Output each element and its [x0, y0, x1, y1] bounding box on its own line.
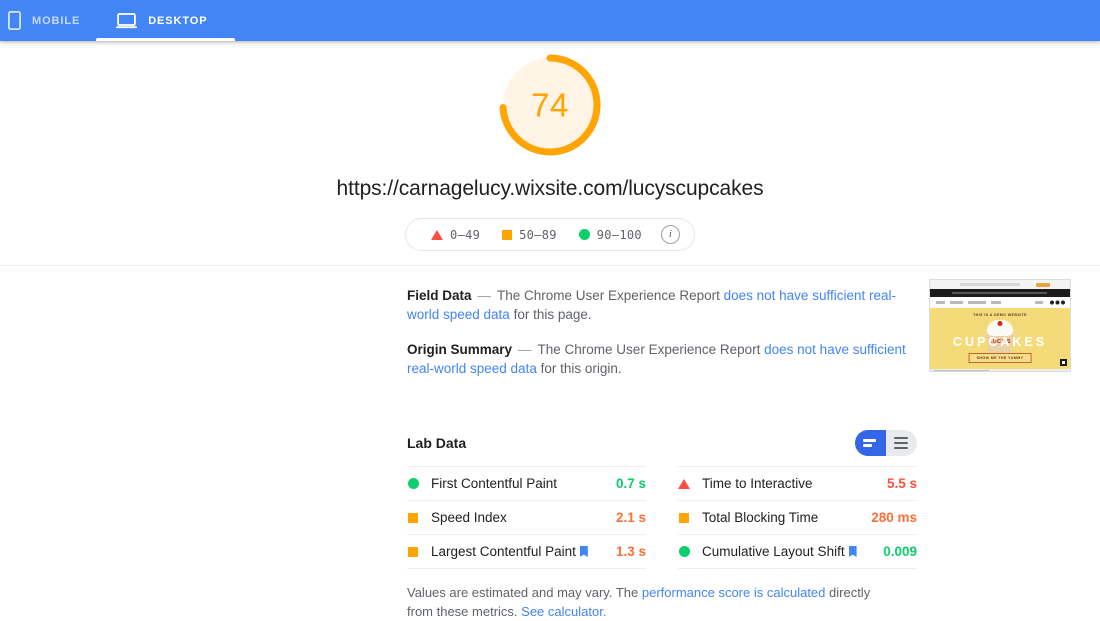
- metric-value: 0.7 s: [615, 476, 646, 491]
- detail-list-icon: [894, 436, 909, 450]
- metric-value: 5.5 s: [886, 476, 917, 491]
- lab-metrics-column-left: First Contentful Paint 0.7 s Speed Index 2.…: [407, 466, 662, 569]
- legend-label-good: 90–100: [596, 227, 642, 242]
- metric-row[interactable]: Cumulative Layout Shift 0.009: [678, 534, 917, 569]
- lab-metrics: First Contentful Paint 0.7 s Speed Index 2.…: [407, 466, 917, 569]
- field-data-dash: —: [477, 288, 492, 303]
- score-legend: 0–49 50–89 90–100 i: [405, 218, 695, 251]
- thumbnail-footer: [930, 369, 1070, 371]
- tab-mobile-label: MOBILE: [32, 14, 81, 27]
- field-data-paragraph: Field Data — The Chrome User Experience Re…: [407, 286, 917, 324]
- field-data-text-after: for this page.: [513, 307, 592, 322]
- metric-value: 1.3 s: [615, 544, 646, 559]
- metric-status-marker: [678, 478, 690, 489]
- metric-value: 280 ms: [871, 510, 917, 525]
- metric-name: First Contentful Paint: [431, 476, 558, 491]
- laptop-icon: [116, 12, 138, 29]
- metric-name: Speed Index: [431, 510, 507, 525]
- origin-summary-text-before: The Chrome User Experience Report: [537, 342, 761, 357]
- thumbnail-corner-badge: [1060, 359, 1067, 366]
- triangle-marker: [678, 478, 690, 489]
- performance-score-link[interactable]: performance score is calculated: [642, 585, 826, 600]
- thumbnail-demo-banner: THIS IS A DEMO WEBSITE: [973, 313, 1027, 317]
- legend-label-poor: 0–49: [450, 227, 481, 242]
- field-data-text-before: The Chrome User Experience Report: [497, 288, 720, 303]
- thumbnail-hero: THIS IS A DEMO WEBSITE LUCY'S CUPCAKES S…: [930, 308, 1070, 369]
- lab-data-header: Lab Data: [407, 430, 917, 456]
- report-content: Field Data — The Chrome User Experience Re…: [407, 286, 917, 621]
- circle-marker: [578, 229, 590, 240]
- footnote-text-before: Values are estimated and may vary. The: [407, 585, 639, 600]
- tab-mobile[interactable]: MOBILE: [0, 0, 96, 41]
- origin-summary-title: Origin Summary: [407, 342, 513, 357]
- circle-marker: [407, 478, 419, 489]
- origin-summary-text-after: for this origin.: [540, 361, 622, 376]
- page-screenshot-thumbnail: THIS IS A DEMO WEBSITE LUCY'S CUPCAKES S…: [929, 279, 1071, 372]
- metric-row[interactable]: Largest Contentful Paint 1.3 s: [407, 534, 646, 569]
- metric-name: Time to Interactive: [702, 476, 813, 491]
- origin-summary-dash: —: [518, 342, 532, 357]
- legend-item-average: 50–89: [491, 228, 568, 242]
- tab-desktop[interactable]: DESKTOP: [96, 0, 236, 41]
- lab-data-footnote: Values are estimated and may vary. The p…: [407, 583, 877, 621]
- metric-row[interactable]: First Contentful Paint 0.7 s: [407, 466, 646, 500]
- thumbnail-browser-strip: [930, 280, 1070, 289]
- metric-row[interactable]: Speed Index 2.1 s: [407, 500, 646, 534]
- metric-row[interactable]: Total Blocking Time 280 ms: [678, 500, 917, 534]
- thumbnail-social-icons: [1050, 300, 1065, 305]
- thumbnail-announcement-bar: [930, 289, 1070, 297]
- metric-status-marker: [407, 512, 419, 523]
- triangle-marker: [431, 229, 444, 240]
- field-data-title: Field Data: [407, 288, 472, 303]
- legend-label-average: 50–89: [519, 227, 557, 242]
- compact-list-view-button[interactable]: [855, 430, 886, 456]
- see-calculator-link[interactable]: See calculator.: [521, 604, 606, 619]
- core-web-vital-flag-icon: [848, 546, 857, 557]
- legend-item-good: 90–100: [568, 228, 653, 242]
- origin-summary-paragraph: Origin Summary — The Chrome User Experienc…: [407, 340, 917, 378]
- thumbnail-nav-menu: [930, 297, 1070, 308]
- lab-data-title: Lab Data: [407, 435, 467, 451]
- tab-active-indicator: [96, 38, 236, 41]
- score-value: 74: [531, 86, 569, 124]
- compact-list-icon: [863, 439, 878, 447]
- score-hero: 74 https://carnagelucy.wixsite.com/lucys…: [0, 41, 1100, 266]
- metric-status-marker: [678, 546, 690, 557]
- performance-score-gauge: 74: [496, 51, 604, 159]
- report-body: THIS IS A DEMO WEBSITE LUCY'S CUPCAKES S…: [0, 266, 1100, 621]
- circle-marker: [678, 546, 690, 557]
- lab-data-view-toggle[interactable]: [855, 430, 917, 456]
- metric-status-marker: [407, 478, 419, 489]
- form-factor-tabbar: MOBILE DESKTOP: [0, 0, 1100, 41]
- metric-value: 2.1 s: [615, 510, 646, 525]
- metric-value: 0.009: [883, 544, 917, 559]
- metric-row[interactable]: Time to Interactive 5.5 s: [678, 466, 917, 500]
- tab-desktop-label: DESKTOP: [148, 14, 208, 27]
- legend-item-poor: 0–49: [420, 228, 491, 242]
- square-marker: [408, 546, 418, 557]
- metric-name: Total Blocking Time: [702, 510, 819, 525]
- metric-name: Largest Contentful Paint: [431, 544, 616, 559]
- metric-name: Cumulative Layout Shift: [702, 544, 883, 559]
- thumbnail-cta-button: SHOW ME THE YUMMY: [968, 353, 1032, 363]
- metric-status-marker: [678, 512, 690, 523]
- page-url: https://carnagelucy.wixsite.com/lucyscup…: [336, 177, 764, 200]
- square-marker: [679, 512, 689, 523]
- detail-list-view-button[interactable]: [886, 430, 917, 456]
- core-web-vital-flag-icon: [579, 546, 588, 557]
- square-marker: [408, 512, 418, 523]
- square-marker: [502, 229, 513, 240]
- thumbnail-headline: CUPCAKES: [952, 335, 1048, 349]
- metric-status-marker: [407, 546, 419, 557]
- lab-metrics-column-right: Time to Interactive 5.5 s Total Blocking T…: [662, 466, 917, 569]
- info-icon[interactable]: i: [660, 225, 680, 244]
- mobile-phone-icon: [8, 11, 21, 30]
